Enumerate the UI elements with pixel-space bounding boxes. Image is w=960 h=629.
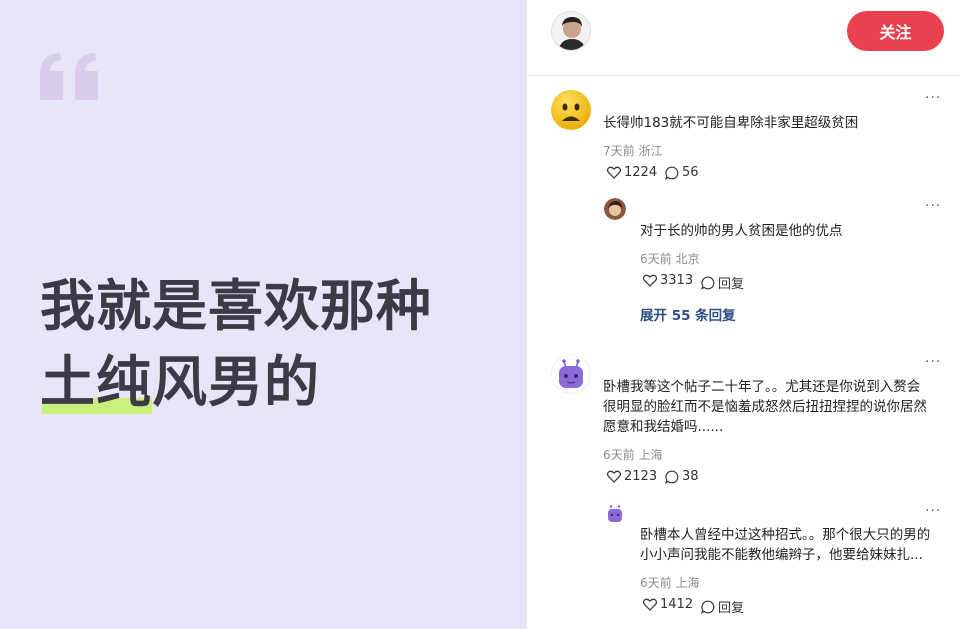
like-count: 2123	[624, 469, 658, 484]
heart-icon	[643, 274, 657, 287]
like-button[interactable]: 1224	[607, 165, 657, 180]
quote-line-1: 我就是喜欢那种	[40, 274, 433, 338]
comment-meta: 7天前 浙江	[603, 144, 663, 158]
follow-button[interactable]: 关注	[847, 11, 944, 51]
like-button[interactable]: 2123	[607, 469, 657, 484]
quote-mark-icon	[40, 53, 98, 100]
author-avatar[interactable]	[551, 11, 591, 51]
reply-count: 56	[682, 165, 699, 180]
reply-like-button[interactable]: 1412	[643, 597, 693, 612]
reply-count-button[interactable]: 38	[665, 469, 699, 484]
reply-avatar[interactable]	[604, 198, 626, 220]
reply-more-button[interactable]: ···	[925, 503, 941, 519]
comment-text-line-1: 卧槽我等这个帖子二十年了。。尤其还是你说到入赘会	[603, 379, 921, 395]
comment-more-button[interactable]: ···	[925, 354, 941, 370]
quote-highlight: 土纯	[40, 344, 153, 420]
comment-feed: 关注 ··· 长得帅183就不可能自卑除非家里超级贫困 7天前 浙江 1224 …	[527, 0, 960, 629]
comment-meta: 6天前 上海	[603, 448, 663, 462]
reply-text: 对于长的帅的男人贫困是他的优点	[640, 223, 843, 239]
quote-rest: 风男的	[152, 350, 321, 414]
comment-bubble-icon	[701, 600, 715, 614]
heart-icon	[607, 166, 621, 179]
reply-label: 回复	[718, 601, 745, 616]
quote-text: 我就是喜欢那种 土纯风男的	[40, 268, 432, 420]
quote-line-2: 土纯风男的	[40, 344, 432, 420]
reply-meta: 6天前 北京	[640, 252, 700, 266]
reply-count-button[interactable]: 56	[665, 165, 699, 180]
reply-button[interactable]: 回复	[701, 597, 744, 616]
comment-more-button[interactable]: ···	[925, 90, 941, 106]
expand-replies-link[interactable]: 展开 55 条回复	[640, 304, 736, 324]
like-count: 1224	[624, 165, 658, 180]
reply-like-count: 1412	[660, 597, 694, 612]
reply-like-count: 3313	[660, 273, 694, 288]
reply-text-line-1: 卧槽本人曾经中过这种招式。。那个很大只的男的	[640, 527, 931, 543]
reply-button[interactable]: 回复	[701, 273, 744, 292]
reply-avatar[interactable]	[604, 503, 626, 525]
heart-icon	[607, 470, 621, 483]
comment-bubble-icon	[665, 470, 679, 484]
comment-bubble-icon	[665, 166, 679, 180]
reply-text-line-2: 小小声问我能不能教他编辫子，他要给妹妹扎...	[640, 547, 923, 563]
feed-header: 关注	[527, 0, 960, 76]
reply-count: 38	[682, 469, 699, 484]
comment-avatar[interactable]	[551, 354, 591, 394]
reply-label: 回复	[718, 277, 745, 292]
reply-meta: 6天前 上海	[640, 576, 700, 590]
reply-more-button[interactable]: ···	[925, 198, 941, 214]
quote-panel: 我就是喜欢那种 土纯风男的	[0, 0, 527, 629]
reply-like-button[interactable]: 3313	[643, 273, 693, 288]
comment-text-line-2: 很明显的脸红而不是恼羞成怒然后扭扭捏捏的说你居然	[603, 399, 927, 415]
screen: 我就是喜欢那种 土纯风男的 关注 ··· 长得帅183就不可能自卑除非家里超级贫…	[0, 0, 960, 629]
comment-text: 长得帅183就不可能自卑除非家里超级贫困	[603, 115, 859, 131]
heart-icon	[643, 598, 657, 611]
comment-bubble-icon	[701, 276, 715, 290]
comment-avatar[interactable]	[551, 90, 591, 130]
comment-text-line-3: 愿意和我结婚吗......	[603, 419, 724, 435]
